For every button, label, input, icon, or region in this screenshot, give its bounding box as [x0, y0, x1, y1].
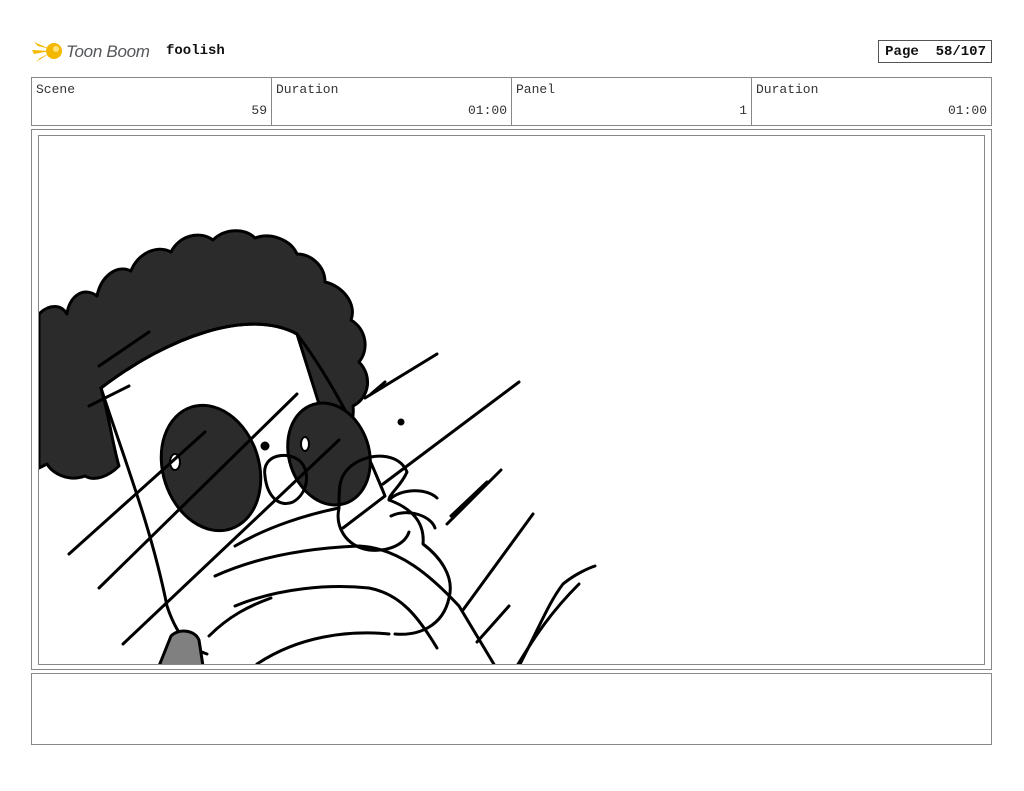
- panel-value: 1: [739, 103, 747, 118]
- page-indicator: Page 58/107: [878, 40, 992, 63]
- panel-notes-area: [31, 673, 992, 745]
- scene-label: Scene: [36, 82, 76, 97]
- project-name: foolish: [166, 43, 225, 59]
- panel-duration-cell: Duration 01:00: [752, 78, 991, 125]
- collar: [158, 629, 205, 664]
- panel-duration-label: Duration: [756, 82, 819, 97]
- scene-info-table: Scene 59 Duration 01:00 Panel 1 Duration…: [31, 77, 992, 126]
- storyboard-header: Toon Boom foolish Page 58/107: [32, 36, 992, 68]
- page-label: Page: [885, 43, 919, 60]
- storyboard-sketch: [39, 229, 597, 664]
- scene-duration-value: 01:00: [467, 103, 507, 118]
- scene-duration-cell: Duration 01:00: [272, 78, 512, 125]
- scene-duration-label: Duration: [276, 82, 339, 97]
- logo-text: Toon Boom: [66, 42, 150, 61]
- body-outline: [213, 544, 496, 664]
- page-number: 58/107: [935, 43, 986, 60]
- toon-boom-logo: Toon Boom: [32, 36, 156, 68]
- panel-frame: [31, 129, 992, 670]
- panel-cell: Panel 1: [512, 78, 752, 125]
- scene-value: 59: [251, 103, 267, 118]
- right-eye: [286, 401, 372, 507]
- panel-duration-value: 01:00: [947, 103, 987, 118]
- scene-cell: Scene 59: [32, 78, 272, 125]
- panel-label: Panel: [516, 82, 556, 97]
- toon-boom-logo-icon: [32, 42, 62, 62]
- panel-image-area: [38, 135, 985, 665]
